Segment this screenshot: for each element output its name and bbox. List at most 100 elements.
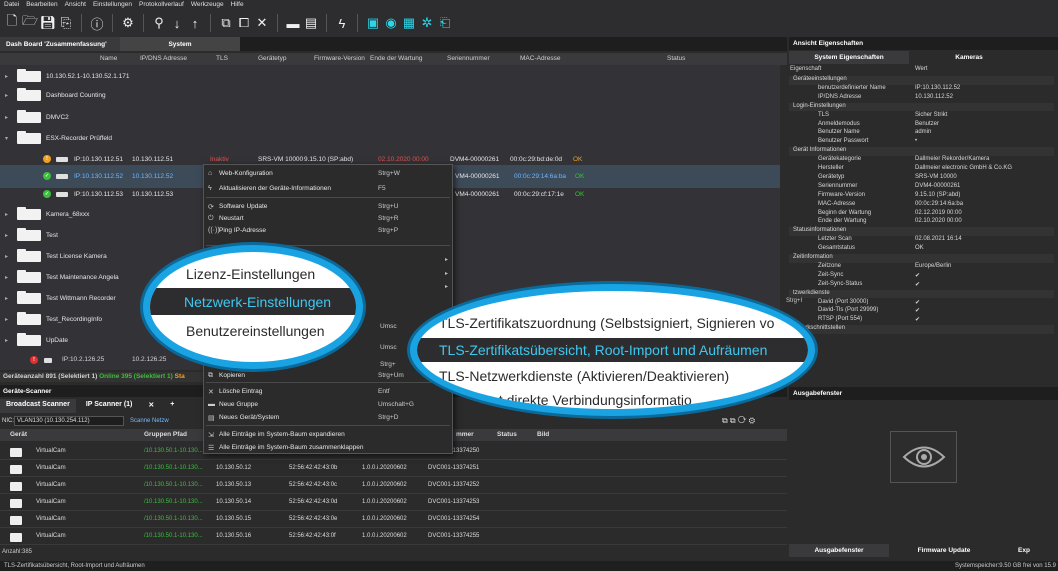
property-group[interactable]: tzwerkschnittstellen — [789, 325, 1054, 334]
menu-item-license-settings[interactable]: Lizenz-Einstellungen — [186, 260, 356, 287]
upload-icon[interactable]: ↑ — [187, 14, 203, 32]
tree-folder[interactable]: ▸ Dashboard Counting — [0, 84, 780, 107]
close-icon[interactable]: ✕ — [142, 399, 160, 413]
expand-arrow-icon[interactable]: ▸ — [5, 73, 8, 80]
menu-hilfe[interactable]: Hilfe — [231, 1, 244, 8]
menu-item-ping[interactable]: ((·)) Ping IP-Adresse Strg+P — [204, 224, 452, 237]
expand-arrow-icon[interactable]: ▸ — [5, 114, 8, 121]
scanner-row[interactable]: VirtualCam/10.130.50.1-10.130... 10.130.5… — [0, 511, 787, 528]
property-row[interactable]: Hersteller Dallmeier electronic GmbH & Co… — [789, 165, 1054, 174]
menu-item-tls-network-services[interactable]: TLS-Netzwerkdienste (Aktivieren/Deaktivi… — [439, 364, 808, 388]
menu-datei[interactable]: Datei — [4, 1, 19, 8]
save-all-icon[interactable]: ⎘ — [58, 14, 74, 32]
collapse-arrow-icon[interactable]: ▾ — [5, 135, 8, 142]
property-group[interactable]: Login-Einstellungen — [789, 102, 1054, 112]
menu-werkzeuge[interactable]: Werkzeuge — [191, 1, 224, 8]
expand-arrow-icon[interactable]: ▸ — [5, 295, 8, 302]
tab-dashboard[interactable]: Dash Board 'Zusammenfassung' — [0, 37, 120, 51]
menu-protokollverlauf[interactable]: Protokollverlauf — [139, 1, 184, 8]
property-row[interactable]: RTSP (Port 554) ✔ — [789, 316, 1054, 325]
scan-network-checkbox[interactable]: Scanne Netzw — [130, 418, 169, 424]
menu-item-tls-cert-overview[interactable]: TLS-Zertifikatsübersicht, Root-Import un… — [417, 338, 808, 362]
menu-item-refresh[interactable]: ϟ Aktualisieren der Geräte-Informationen F… — [204, 182, 452, 195]
menu-item-collapse-all[interactable]: ☰ Alle Einträge im System-Baum zusammenkl… — [204, 441, 452, 454]
scanner-row[interactable]: VirtualCam/10.130.50.1-10.130... 10.130.5… — [0, 528, 787, 545]
property-group[interactable]: Gerät Informationen — [789, 147, 1054, 156]
menu-item-tls-cert-assign[interactable]: TLS-Zertifikatszuordnung (Selbstsigniert… — [439, 311, 808, 335]
property-group[interactable]: tzwerkdienste — [789, 289, 1054, 299]
menu-item-cert-connection-info[interactable]: fikat direkte Verbindungsinformatio — [477, 388, 808, 409]
property-row[interactable]: Firmware-Version 9.15.10 (SP:abd) — [789, 192, 1054, 201]
folder-icon[interactable]: ▬ — [285, 14, 301, 32]
col-mac[interactable]: MAC-Adresse — [520, 55, 560, 62]
menu-item-network-settings[interactable]: Netzwerk-Einstellungen — [150, 288, 356, 315]
scanner-row[interactable]: VirtualCam/10.130.50.1-10.130... 10.130.5… — [0, 477, 787, 494]
delete-icon[interactable]: ✕ — [254, 14, 270, 32]
col-tls[interactable]: TLS — [216, 55, 228, 62]
menu-item-web-config[interactable]: ⌂ Web-Konfiguration Strg+W — [204, 167, 452, 180]
menu-item-new-device[interactable]: ▤ Neues Gerät/System Strg+D — [204, 411, 452, 424]
menu-bearbeiten[interactable]: Bearbeiten — [26, 1, 57, 8]
property-row[interactable]: Anmeldemodus Benutzer — [789, 121, 1054, 130]
tab-system[interactable]: System — [120, 37, 240, 51]
menu-ansicht[interactable]: Ansicht — [65, 1, 86, 8]
network-icon[interactable]: ⚙ — [120, 14, 136, 32]
open-folder-icon[interactable]: 🗁 — [22, 13, 38, 32]
tab-broadcast-scanner[interactable]: Broadcast Scanner — [0, 399, 76, 413]
tree-device[interactable]: ! IP:10.2.126.25 10.2.126.25 — [0, 350, 200, 370]
col-name[interactable]: Name — [100, 55, 117, 62]
search-icon[interactable]: ⚲ — [151, 14, 167, 32]
property-row[interactable]: Benutzer Passwort • — [789, 138, 1054, 147]
tab-cameras[interactable]: Kameras — [909, 51, 1029, 64]
property-group[interactable]: Statusinformationen — [789, 227, 1054, 236]
tab-firmware-update[interactable]: Firmware Update — [889, 544, 999, 557]
flash-icon[interactable]: ϟ — [334, 14, 350, 32]
property-row[interactable]: Zeit-Sync-Status ✔ — [789, 281, 1054, 290]
property-row[interactable]: MAC-Adresse 00:0c:29:14:6a:ba — [789, 201, 1054, 210]
expand-arrow-icon[interactable]: ▸ — [5, 211, 8, 218]
col-maint[interactable]: Ende der Wartung — [370, 55, 423, 62]
col-serial[interactable]: Seriennummer — [447, 55, 490, 62]
col-fw[interactable]: Firmware-Version — [314, 55, 365, 62]
menu-item-delete[interactable]: ✕ Lösche Eintrag Entf — [204, 385, 452, 398]
property-row[interactable]: Gesamtstatus OK — [789, 245, 1054, 254]
property-row[interactable]: IP/DNS Adresse 10.130.112.52 — [789, 94, 1054, 103]
document-icon[interactable]: ▤ — [303, 14, 319, 32]
expand-arrow-icon[interactable]: ▸ — [5, 316, 8, 323]
gear-icon[interactable]: ✲ — [419, 14, 435, 32]
new-doc-icon[interactable]: 🗋 — [4, 13, 20, 32]
menu-item-user-settings[interactable]: Benutzereinstellungen — [186, 317, 356, 344]
tab-ip-scanner[interactable]: IP Scanner (1) — [80, 399, 139, 413]
add-tab-icon[interactable]: + — [164, 399, 180, 413]
property-row[interactable]: Gerätekategorie Dallmeier Rekorder/Kamera — [789, 156, 1054, 165]
property-row[interactable]: Zeitzone Europe/Berlin — [789, 263, 1054, 272]
property-group[interactable]: Zeitinformation — [789, 254, 1054, 263]
col-ip[interactable]: IP/DNS Adresse — [140, 55, 187, 62]
expand-arrow-icon[interactable]: ▸ — [5, 274, 8, 281]
expand-arrow-icon[interactable]: ▸ — [5, 92, 8, 99]
property-row[interactable]: David-Tls (Port 29999) ✔ — [789, 307, 1054, 316]
menu-einstellungen[interactable]: Einstellungen — [93, 1, 132, 8]
property-row[interactable]: David (Port 30000) ✔ — [789, 299, 1054, 308]
nic-select[interactable]: VLAN130 (10.130.254.112) — [14, 416, 124, 426]
property-row[interactable]: benutzerdefinierter Name IP:10.130.112.52 — [789, 85, 1054, 94]
property-row[interactable]: Benutzer Name admin — [789, 129, 1054, 138]
save-icon[interactable]: 💾︎ — [40, 14, 57, 32]
property-row[interactable]: Ende der Wartung 02.10.2020 00:00 — [789, 218, 1054, 227]
property-row[interactable]: Beginn der Wartung 02.12.2019 00:00 — [789, 210, 1054, 219]
property-group[interactable]: Geräteeinstellungen — [789, 76, 1054, 85]
info-icon[interactable]: ⓘ — [89, 14, 105, 32]
expand-arrow-icon[interactable]: ▸ — [5, 337, 8, 344]
menu-item-copy[interactable]: ⧉ Kopieren Strg+Um — [204, 369, 452, 382]
tab-exp[interactable]: Exp — [999, 544, 1049, 557]
menu-item-new-group[interactable]: ▬ Neue Gruppe Umschalt+G — [204, 398, 452, 411]
scanner-row[interactable]: VirtualCam/10.130.50.1-10.130... 10.130.5… — [0, 460, 787, 477]
menu-item-expand-all[interactable]: ⇲ Alle Einträge im System-Baum expandiere… — [204, 428, 452, 441]
property-row[interactable]: Gerätetyp SRS-VM 10000 — [789, 174, 1054, 183]
tab-output[interactable]: Ausgabefenster — [789, 544, 889, 557]
tree-folder[interactable]: ▾ ESX-Recorder Prüffeld — [0, 127, 780, 150]
list-icon[interactable]: ▦ — [401, 14, 417, 32]
col-type[interactable]: Gerätetyp — [258, 55, 287, 62]
export-icon[interactable]: ⎗ — [437, 14, 453, 32]
tree-folder[interactable]: ▸ DMVC2 — [0, 106, 780, 129]
